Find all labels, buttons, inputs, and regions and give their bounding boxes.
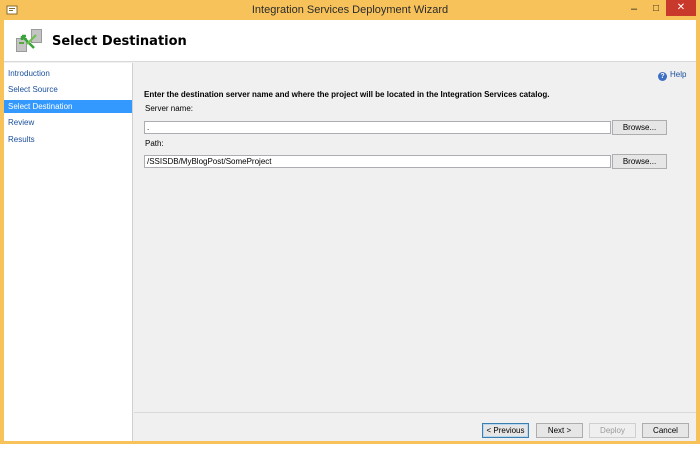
sidebar-item-select-source[interactable]: Select Source <box>4 83 132 96</box>
deployment-wizard-icon <box>16 29 42 52</box>
title-bar[interactable]: Integration Services Deployment Wizard –… <box>0 0 700 20</box>
sidebar-item-introduction[interactable]: Introduction <box>4 67 132 80</box>
path-browse-button[interactable]: Browse... <box>612 154 667 169</box>
path-input[interactable]: /SSISDB/MyBlogPost/SomeProject <box>144 155 611 168</box>
sidebar-item-review[interactable]: Review <box>4 116 132 129</box>
underlying-content-strip <box>0 444 700 451</box>
deploy-button: Deploy <box>589 423 636 438</box>
wizard-sidebar: Introduction Select Source Select Destin… <box>4 63 133 441</box>
help-label: Help <box>670 70 687 79</box>
main-panel: ? Help Enter the destination server name … <box>134 63 696 412</box>
window-title: Integration Services Deployment Wizard <box>251 4 449 16</box>
server-browse-button[interactable]: Browse... <box>612 120 667 135</box>
path-label: Path: <box>145 139 164 148</box>
sidebar-item-select-destination[interactable]: Select Destination <box>4 100 132 113</box>
server-name-input[interactable]: . <box>144 121 611 134</box>
wizard-client-area: Select Destination Introduction Select S… <box>4 20 696 441</box>
instruction-text: Enter the destination server name and wh… <box>144 90 550 99</box>
wizard-window: Integration Services Deployment Wizard –… <box>0 0 700 444</box>
server-name-label: Server name: <box>145 104 194 113</box>
maximize-button[interactable]: □ <box>646 0 666 20</box>
previous-button[interactable]: < Previous <box>482 423 529 438</box>
next-button[interactable]: Next > <box>536 423 583 438</box>
cancel-button[interactable]: Cancel <box>642 423 689 438</box>
minimize-button[interactable]: – <box>622 0 646 20</box>
wizard-footer: < Previous Next > Deploy Cancel <box>134 412 696 441</box>
sidebar-item-results[interactable]: Results <box>4 133 132 146</box>
close-button[interactable]: ✕ <box>666 0 696 16</box>
page-title: Select Destination <box>52 34 187 49</box>
wizard-header: Select Destination <box>4 20 696 62</box>
help-link[interactable]: ? Help <box>658 70 686 81</box>
help-icon: ? <box>658 72 667 81</box>
